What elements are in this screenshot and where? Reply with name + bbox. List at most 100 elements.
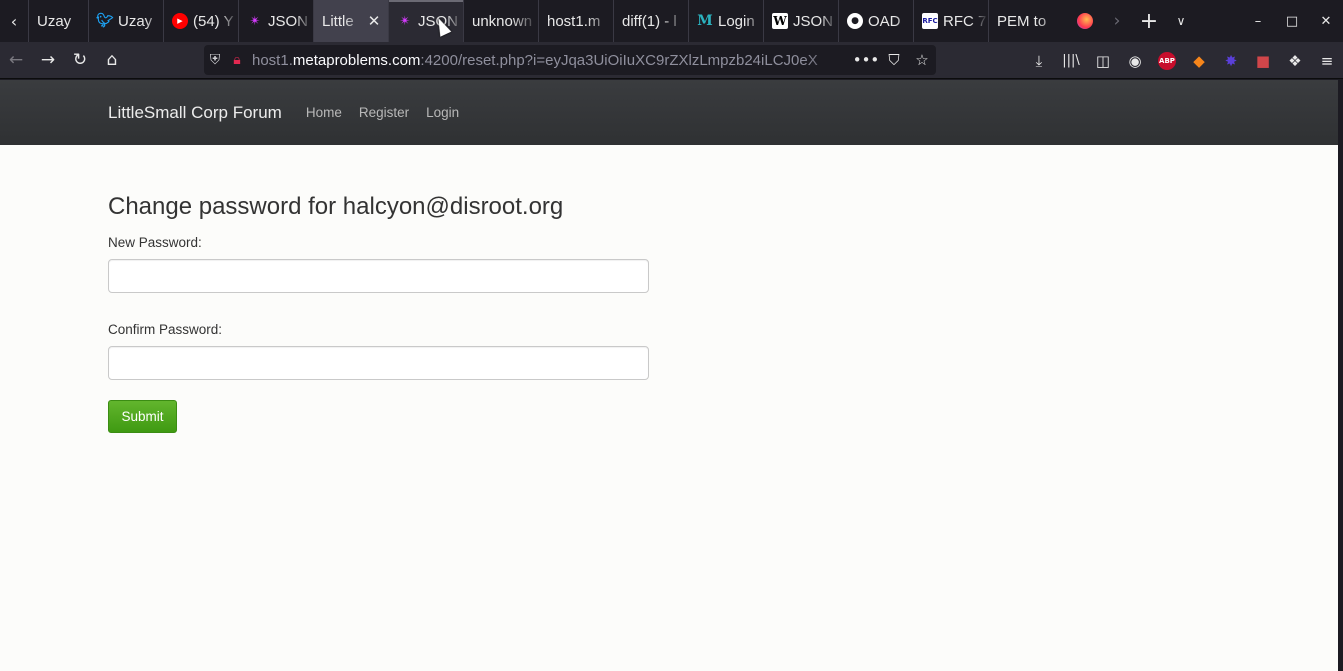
- window-controls: – □ ✕: [1241, 0, 1343, 42]
- red-extension-icon: ■: [1255, 51, 1271, 70]
- minimize-icon: –: [1254, 13, 1262, 29]
- nav-register-link[interactable]: Register: [359, 105, 409, 120]
- new-tab-button[interactable]: +: [1133, 0, 1165, 42]
- tab-pem[interactable]: PEM to: [988, 0, 1063, 42]
- insecure-lock-icon[interactable]: 🔒︎: [226, 52, 248, 68]
- tab-uzay-1[interactable]: Uzay: [28, 0, 88, 42]
- tab-title: unknown: [472, 12, 533, 30]
- tab-login[interactable]: M Login: [688, 0, 763, 42]
- tab-title: JSON: [268, 12, 309, 30]
- site-navbar: LittleSmall Corp Forum Home Register Log…: [0, 80, 1338, 145]
- account-icon: ◉: [1128, 51, 1142, 70]
- library-button[interactable]: |||\: [1055, 45, 1087, 77]
- rfc-icon: RFC: [922, 13, 938, 29]
- minimize-button[interactable]: –: [1241, 0, 1275, 42]
- plus-icon: +: [1139, 8, 1159, 34]
- downloads-button[interactable]: ⤓: [1023, 45, 1055, 77]
- scroll-tabs-right-button[interactable]: ›: [1101, 0, 1133, 42]
- tab-title: host1.m: [547, 12, 601, 30]
- app-menu-button[interactable]: ≡: [1311, 45, 1343, 77]
- firefox-view-button[interactable]: [1069, 0, 1101, 42]
- metamask-button[interactable]: ◆: [1183, 45, 1215, 77]
- scroll-tabs-left-button[interactable]: ‹: [0, 0, 28, 42]
- tab-title: diff(1) - l: [622, 12, 677, 30]
- list-all-tabs-button[interactable]: ∨: [1165, 0, 1197, 42]
- pocket-icon[interactable]: ⛉: [880, 51, 908, 69]
- close-tab-icon[interactable]: ✕: [366, 12, 382, 30]
- tab-host1[interactable]: host1.m: [538, 0, 613, 42]
- tab-title: RFC 7: [943, 12, 987, 30]
- extension-red-button[interactable]: ■: [1247, 45, 1279, 77]
- reset-password-form: Change password for halcyon@disroot.org …: [0, 145, 1338, 433]
- back-button[interactable]: ←: [0, 44, 32, 76]
- hamburger-menu-icon: ≡: [1320, 51, 1334, 70]
- page-title: Change password for halcyon@disroot.org: [108, 193, 564, 220]
- page-scrollbar[interactable]: [1338, 80, 1343, 671]
- chevron-down-icon: ∨: [1176, 14, 1186, 28]
- tab-title: PEM to: [997, 12, 1047, 30]
- home-icon: ⌂: [106, 50, 118, 70]
- maximize-button[interactable]: □: [1275, 0, 1309, 42]
- puzzle-icon: ❖: [1288, 51, 1302, 70]
- extension-purple-button[interactable]: ✸: [1215, 45, 1247, 77]
- purple-extension-icon: ✸: [1224, 51, 1238, 70]
- home-button[interactable]: ⌂: [96, 44, 128, 76]
- confirm-password-input[interactable]: [108, 346, 649, 380]
- close-window-button[interactable]: ✕: [1309, 0, 1343, 42]
- tab-title: Little: [322, 12, 354, 30]
- tab-youtube[interactable]: ▶ (54) Y: [163, 0, 238, 42]
- navigation-toolbar: ← → ↻ ⌂ ⛨ 🔒︎ host1.metaproblems.com:4200…: [0, 42, 1343, 79]
- tab-list: Uzay 🐦︎ Uzay ▶ (54) Y ✴ JSON Little ✕ ✴ …: [28, 0, 1063, 42]
- tab-uzay-twitter[interactable]: 🐦︎ Uzay: [88, 0, 163, 42]
- tab-jwt-1[interactable]: ✴ JSON: [238, 0, 313, 42]
- reload-button[interactable]: ↻: [64, 44, 96, 76]
- extensions-button[interactable]: ❖: [1279, 45, 1311, 77]
- tab-strip: ‹ Uzay 🐦︎ Uzay ▶ (54) Y ✴ JSON Little ✕ …: [0, 0, 1343, 42]
- twitter-icon: 🐦︎: [96, 13, 114, 29]
- close-icon: ✕: [1320, 13, 1332, 29]
- url-path: :4200/reset.php?i=eyJqa3UiOiIuXC9rZXlzLm…: [420, 51, 818, 69]
- tab-title: Uzay: [37, 12, 72, 30]
- github-icon: ●: [847, 13, 863, 29]
- metamask-fox-icon: ◆: [1193, 51, 1205, 70]
- nav-home-link[interactable]: Home: [306, 105, 342, 120]
- nav-login-link[interactable]: Login: [426, 105, 459, 120]
- tab-rfc[interactable]: RFC RFC 7: [913, 0, 988, 42]
- new-password-input[interactable]: [108, 259, 649, 293]
- tab-diff[interactable]: diff(1) - l: [613, 0, 688, 42]
- tracking-protection-icon[interactable]: ⛨: [204, 52, 226, 68]
- url-bar[interactable]: ⛨ 🔒︎ host1.metaproblems.com:4200/reset.p…: [204, 45, 936, 75]
- tab-jwt-2[interactable]: ✴ JSON: [388, 0, 463, 42]
- tab-wikipedia[interactable]: W JSON: [763, 0, 838, 42]
- youtube-icon: ▶: [172, 13, 188, 29]
- site-brand[interactable]: LittleSmall Corp Forum: [108, 103, 282, 123]
- tab-title: JSON: [793, 12, 834, 30]
- adblock-button[interactable]: ABP: [1151, 45, 1183, 77]
- page-actions-icon[interactable]: •••: [852, 51, 880, 69]
- reload-icon: ↻: [72, 50, 88, 70]
- confirm-password-label: Confirm Password:: [108, 322, 223, 337]
- library-icon: |||\: [1062, 53, 1080, 68]
- tab-littlesmall-active[interactable]: Little ✕: [313, 0, 388, 42]
- forward-button[interactable]: →: [32, 44, 64, 76]
- submit-button[interactable]: Submit: [108, 400, 177, 433]
- page-viewport: LittleSmall Corp Forum Home Register Log…: [0, 80, 1338, 671]
- download-icon: ⤓: [1035, 51, 1043, 70]
- sidebar-icon: ◫: [1095, 51, 1111, 70]
- tabstrip-controls: › + ∨: [1069, 0, 1197, 42]
- url-text[interactable]: host1.metaproblems.com:4200/reset.php?i=…: [248, 52, 852, 69]
- tab-title: OAD: [868, 12, 901, 30]
- tab-unknown[interactable]: unknown: [463, 0, 538, 42]
- tab-title: (54) Y: [193, 12, 234, 30]
- jwt-icon: ✴: [249, 13, 261, 29]
- jwt-icon: ✴: [399, 13, 411, 29]
- url-actions: ••• ⛉ ☆: [852, 51, 936, 69]
- bookmark-star-icon[interactable]: ☆: [908, 51, 936, 69]
- wikipedia-icon: W: [772, 13, 788, 29]
- account-button[interactable]: ◉: [1119, 45, 1151, 77]
- tab-title: Uzay: [118, 12, 153, 30]
- url-prefix: host1.: [252, 51, 293, 69]
- sidebar-button[interactable]: ◫: [1087, 45, 1119, 77]
- tab-github[interactable]: ● OAD: [838, 0, 913, 42]
